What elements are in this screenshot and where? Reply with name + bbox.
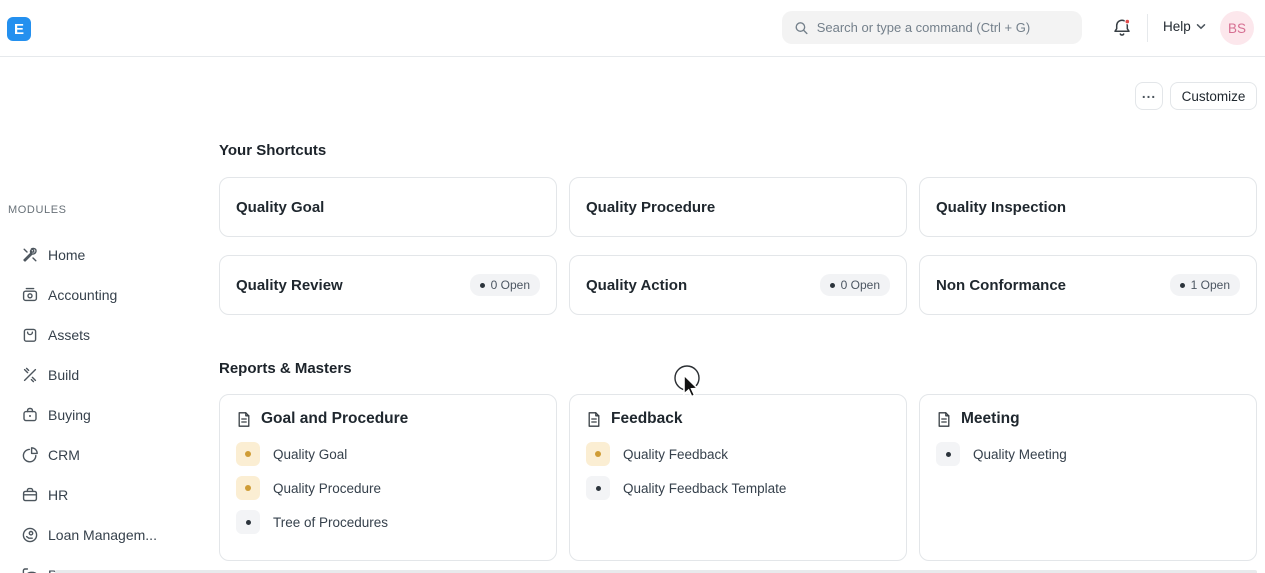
masters-card-header: Feedback — [586, 410, 890, 428]
help-menu[interactable]: Help — [1163, 19, 1206, 34]
sidebar-item-hr[interactable]: HR — [0, 475, 219, 515]
sidebar-item-build[interactable]: Build — [0, 355, 219, 395]
open-count-badge: 0 Open — [820, 274, 890, 296]
open-count-badge: 0 Open — [470, 274, 540, 296]
sidebar-item-label: Build — [48, 367, 79, 383]
user-avatar[interactable]: BS — [1220, 11, 1254, 45]
masters-card-title: Goal and Procedure — [261, 410, 408, 428]
customize-button[interactable]: Customize — [1170, 82, 1257, 110]
link-label: Quality Procedure — [273, 481, 381, 496]
global-search[interactable] — [782, 11, 1082, 44]
status-dot — [830, 283, 835, 288]
link-label: Quality Feedback Template — [623, 481, 786, 496]
shortcut-label: Non Conformance — [936, 277, 1066, 294]
more-options-button[interactable]: ... — [1135, 82, 1163, 110]
shortcut-non-conformance[interactable]: Non Conformance 1 Open — [919, 255, 1257, 315]
link-quality-feedback[interactable]: Quality Feedback — [586, 442, 890, 466]
search-input[interactable] — [817, 20, 1070, 35]
link-label: Quality Meeting — [973, 447, 1067, 462]
erpnext-logo[interactable]: E — [7, 17, 31, 41]
link-quality-feedback-template[interactable]: Quality Feedback Template — [586, 476, 890, 500]
briefcase-icon — [21, 486, 39, 504]
status-dot — [1180, 283, 1185, 288]
buying-bag-icon — [21, 406, 39, 424]
shortcut-quality-goal[interactable]: Quality Goal — [219, 177, 557, 237]
masters-card-meeting: Meeting Quality Meeting — [919, 394, 1257, 561]
sidebar-item-label: Loan Managem... — [48, 527, 157, 543]
shortcuts-grid: Quality Goal Quality Procedure Quality I… — [219, 177, 1257, 315]
shortcut-label: Quality Goal — [236, 199, 324, 216]
sidebar-item-loan-management[interactable]: Loan Managem... — [0, 515, 219, 555]
gray-dot-icon — [586, 476, 610, 500]
shortcut-quality-review[interactable]: Quality Review 0 Open — [219, 255, 557, 315]
sidebar-item-label: Buying — [48, 407, 91, 423]
sidebar-item-label: Home — [48, 247, 85, 263]
masters-heading: Reports & Masters — [219, 360, 352, 377]
sidebar-items: Home Accounting Assets Build — [0, 235, 219, 573]
masters-grid: Goal and Procedure Quality Goal Quality … — [219, 394, 1257, 561]
sidebar-item-buying[interactable]: Buying — [0, 395, 219, 435]
link-label: Quality Feedback — [623, 447, 728, 462]
loan-coin-icon — [21, 526, 39, 544]
search-icon — [794, 20, 809, 36]
modules-sidebar: MODULES Home Accounting Assets — [0, 57, 219, 573]
sidebar-item-label: CRM — [48, 447, 80, 463]
sidebar-item-label: Assets — [48, 327, 90, 343]
sidebar-item-label: Accounting — [48, 287, 117, 303]
sidebar-heading: MODULES — [8, 204, 67, 216]
gray-dot-icon — [236, 510, 260, 534]
gray-dot-icon — [936, 442, 960, 466]
masters-card-header: Goal and Procedure — [236, 410, 540, 428]
shopping-bag-icon — [21, 326, 39, 344]
sidebar-item-accounting[interactable]: Accounting — [0, 275, 219, 315]
sidebar-item-crm[interactable]: CRM — [0, 435, 219, 475]
top-navbar: E Help BS — [0, 0, 1265, 57]
shortcut-quality-action[interactable]: Quality Action 0 Open — [569, 255, 907, 315]
masters-card-title: Feedback — [611, 410, 683, 428]
shortcut-label: Quality Review — [236, 277, 343, 294]
document-icon — [236, 411, 252, 428]
document-icon — [586, 411, 602, 428]
payroll-coins-icon — [21, 566, 39, 573]
link-quality-goal[interactable]: Quality Goal — [236, 442, 540, 466]
link-tree-of-procedures[interactable]: Tree of Procedures — [236, 510, 540, 534]
notification-bell-icon[interactable] — [1111, 17, 1133, 39]
sidebar-item-assets[interactable]: Assets — [0, 315, 219, 355]
shortcut-label: Quality Inspection — [936, 199, 1066, 216]
quality-workspace-page: E Help BS Quality ... Customize MODULES — [0, 0, 1265, 573]
link-label: Tree of Procedures — [273, 515, 388, 530]
tools-icon — [21, 246, 39, 264]
sidebar-item-label: HR — [48, 487, 68, 503]
document-icon — [936, 411, 952, 428]
sidebar-item-home[interactable]: Home — [0, 235, 219, 275]
pie-chart-icon — [21, 446, 39, 464]
shortcuts-heading: Your Shortcuts — [219, 142, 326, 159]
navbar-divider — [1147, 14, 1148, 42]
shortcut-quality-inspection[interactable]: Quality Inspection — [919, 177, 1257, 237]
open-count-badge: 1 Open — [1170, 274, 1240, 296]
masters-card-header: Meeting — [936, 410, 1240, 428]
masters-card-goal-and-procedure: Goal and Procedure Quality Goal Quality … — [219, 394, 557, 561]
amber-dot-icon — [586, 442, 610, 466]
shortcut-label: Quality Action — [586, 277, 687, 294]
status-dot — [480, 283, 485, 288]
money-icon — [21, 286, 39, 304]
link-quality-procedure[interactable]: Quality Procedure — [236, 476, 540, 500]
masters-card-feedback: Feedback Quality Feedback Quality Feedba… — [569, 394, 907, 561]
shortcut-label: Quality Procedure — [586, 199, 715, 216]
notification-dot — [1125, 19, 1130, 24]
masters-card-title: Meeting — [961, 410, 1020, 428]
amber-dot-icon — [236, 442, 260, 466]
hammer-tools-icon — [21, 366, 39, 384]
link-label: Quality Goal — [273, 447, 347, 462]
shortcut-quality-procedure[interactable]: Quality Procedure — [569, 177, 907, 237]
amber-dot-icon — [236, 476, 260, 500]
link-quality-meeting[interactable]: Quality Meeting — [936, 442, 1240, 466]
help-label: Help — [1163, 19, 1191, 34]
chevron-down-icon — [1196, 23, 1206, 30]
